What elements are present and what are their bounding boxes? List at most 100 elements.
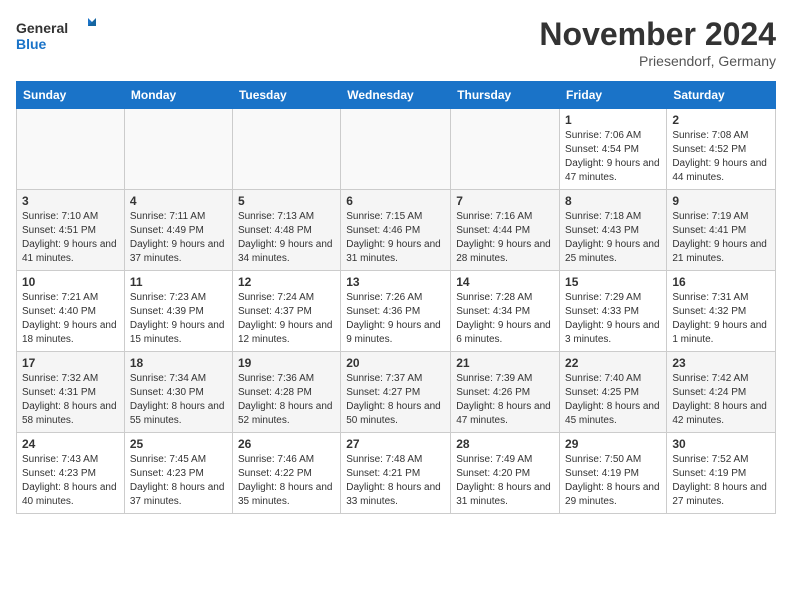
calendar-cell [17,109,125,190]
day-number: 5 [238,194,335,208]
day-info: Sunrise: 7:11 AM Sunset: 4:49 PM Dayligh… [130,210,227,266]
day-info: Sunrise: 7:08 AM Sunset: 4:52 PM Dayligh… [672,129,770,185]
day-info: Sunrise: 7:15 AM Sunset: 4:46 PM Dayligh… [346,210,445,266]
week-row-3: 10 Sunrise: 7:21 AM Sunset: 4:40 PM Dayli… [17,271,776,352]
day-info: Sunrise: 7:42 AM Sunset: 4:24 PM Dayligh… [672,372,770,428]
day-number: 7 [456,194,554,208]
week-row-2: 3Sunrise: 7:10 AM Sunset: 4:51 PM Daylig… [17,190,776,271]
day-number: 20 [346,356,445,370]
weekday-header-thursday: Thursday [451,82,560,109]
calendar-header: SundayMondayTuesdayWednesdayThursdayFrid… [17,82,776,109]
day-info: Sunrise: 7:31 AM Sunset: 4:32 PM Dayligh… [672,291,770,347]
day-number: 23 [672,356,770,370]
calendar-cell: 3Sunrise: 7:10 AM Sunset: 4:51 PM Daylig… [17,190,125,271]
day-info: Sunrise: 7:06 AM Sunset: 4:54 PM Dayligh… [565,129,661,185]
logo-svg: General Blue [16,16,96,56]
month-title: November 2024 [539,16,776,53]
calendar-cell: 30Sunrise: 7:52 AM Sunset: 4:19 PM Dayli… [667,433,776,514]
day-info: Sunrise: 7:21 AM Sunset: 4:40 PM Dayligh… [22,291,119,347]
week-row-4: 17Sunrise: 7:32 AM Sunset: 4:31 PM Dayli… [17,352,776,433]
svg-text:Blue: Blue [16,36,47,52]
location: Priesendorf, Germany [539,53,776,69]
day-info: Sunrise: 7:13 AM Sunset: 4:48 PM Dayligh… [238,210,335,266]
day-info: Sunrise: 7:29 AM Sunset: 4:33 PM Dayligh… [565,291,661,347]
day-number: 18 [130,356,227,370]
calendar-cell: 6 Sunrise: 7:15 AM Sunset: 4:46 PM Daylig… [341,190,451,271]
day-number: 9 [672,194,770,208]
day-number: 15 [565,275,661,289]
day-info: Sunrise: 7:39 AM Sunset: 4:26 PM Dayligh… [456,372,554,428]
day-number: 2 [672,113,770,127]
calendar-cell: 25 Sunrise: 7:45 AM Sunset: 4:23 PM Dayli… [124,433,232,514]
day-number: 25 [130,437,227,451]
calendar-cell: 14Sunrise: 7:28 AM Sunset: 4:34 PM Dayli… [451,271,560,352]
day-info: Sunrise: 7:26 AM Sunset: 4:36 PM Dayligh… [346,291,445,347]
calendar-cell [232,109,340,190]
calendar-cell: 9 Sunrise: 7:19 AM Sunset: 4:41 PM Daylig… [667,190,776,271]
calendar-cell: 28Sunrise: 7:49 AM Sunset: 4:20 PM Dayli… [451,433,560,514]
day-info: Sunrise: 7:40 AM Sunset: 4:25 PM Dayligh… [565,372,661,428]
calendar-cell: 18 Sunrise: 7:34 AM Sunset: 4:30 PM Dayli… [124,352,232,433]
calendar-cell: 10 Sunrise: 7:21 AM Sunset: 4:40 PM Dayli… [17,271,125,352]
day-number: 1 [565,113,661,127]
day-number: 13 [346,275,445,289]
calendar-cell: 20 Sunrise: 7:37 AM Sunset: 4:27 PM Dayli… [341,352,451,433]
calendar-cell [124,109,232,190]
title-block: November 2024 Priesendorf, Germany [539,16,776,69]
day-info: Sunrise: 7:16 AM Sunset: 4:44 PM Dayligh… [456,210,554,266]
weekday-header-monday: Monday [124,82,232,109]
calendar-cell: 19 Sunrise: 7:36 AM Sunset: 4:28 PM Dayli… [232,352,340,433]
week-row-1: 1 Sunrise: 7:06 AM Sunset: 4:54 PM Daylig… [17,109,776,190]
weekday-header-saturday: Saturday [667,82,776,109]
logo: General Blue [16,16,96,56]
calendar-cell: 17Sunrise: 7:32 AM Sunset: 4:31 PM Dayli… [17,352,125,433]
calendar-cell: 7 Sunrise: 7:16 AM Sunset: 4:44 PM Daylig… [451,190,560,271]
calendar-cell: 1 Sunrise: 7:06 AM Sunset: 4:54 PM Daylig… [560,109,667,190]
weekday-header-friday: Friday [560,82,667,109]
calendar-cell: 15 Sunrise: 7:29 AM Sunset: 4:33 PM Dayli… [560,271,667,352]
day-number: 6 [346,194,445,208]
day-info: Sunrise: 7:36 AM Sunset: 4:28 PM Dayligh… [238,372,335,428]
calendar-cell [341,109,451,190]
calendar-table: SundayMondayTuesdayWednesdayThursdayFrid… [16,81,776,514]
day-info: Sunrise: 7:32 AM Sunset: 4:31 PM Dayligh… [22,372,119,428]
weekday-header-wednesday: Wednesday [341,82,451,109]
day-number: 29 [565,437,661,451]
day-number: 11 [130,275,227,289]
calendar-cell: 12Sunrise: 7:24 AM Sunset: 4:37 PM Dayli… [232,271,340,352]
day-number: 19 [238,356,335,370]
calendar-cell: 27Sunrise: 7:48 AM Sunset: 4:21 PM Dayli… [341,433,451,514]
calendar-cell: 22 Sunrise: 7:40 AM Sunset: 4:25 PM Dayli… [560,352,667,433]
day-number: 3 [22,194,119,208]
day-number: 30 [672,437,770,451]
calendar-cell: 2 Sunrise: 7:08 AM Sunset: 4:52 PM Daylig… [667,109,776,190]
calendar-cell [451,109,560,190]
day-info: Sunrise: 7:19 AM Sunset: 4:41 PM Dayligh… [672,210,770,266]
calendar-cell: 26 Sunrise: 7:46 AM Sunset: 4:22 PM Dayli… [232,433,340,514]
day-info: Sunrise: 7:50 AM Sunset: 4:19 PM Dayligh… [565,453,661,509]
day-info: Sunrise: 7:46 AM Sunset: 4:22 PM Dayligh… [238,453,335,509]
weekday-header-sunday: Sunday [17,82,125,109]
calendar-cell: 8 Sunrise: 7:18 AM Sunset: 4:43 PM Daylig… [560,190,667,271]
day-info: Sunrise: 7:28 AM Sunset: 4:34 PM Dayligh… [456,291,554,347]
calendar-cell: 29 Sunrise: 7:50 AM Sunset: 4:19 PM Dayli… [560,433,667,514]
day-info: Sunrise: 7:37 AM Sunset: 4:27 PM Dayligh… [346,372,445,428]
day-number: 10 [22,275,119,289]
day-info: Sunrise: 7:18 AM Sunset: 4:43 PM Dayligh… [565,210,661,266]
calendar-cell: 23 Sunrise: 7:42 AM Sunset: 4:24 PM Dayli… [667,352,776,433]
svg-text:General: General [16,20,68,36]
day-number: 4 [130,194,227,208]
day-info: Sunrise: 7:48 AM Sunset: 4:21 PM Dayligh… [346,453,445,509]
day-number: 22 [565,356,661,370]
day-number: 21 [456,356,554,370]
day-info: Sunrise: 7:45 AM Sunset: 4:23 PM Dayligh… [130,453,227,509]
calendar-cell: 4 Sunrise: 7:11 AM Sunset: 4:49 PM Daylig… [124,190,232,271]
day-info: Sunrise: 7:24 AM Sunset: 4:37 PM Dayligh… [238,291,335,347]
calendar-cell: 11Sunrise: 7:23 AM Sunset: 4:39 PM Dayli… [124,271,232,352]
day-number: 8 [565,194,661,208]
calendar-cell: 21 Sunrise: 7:39 AM Sunset: 4:26 PM Dayli… [451,352,560,433]
day-number: 26 [238,437,335,451]
day-info: Sunrise: 7:34 AM Sunset: 4:30 PM Dayligh… [130,372,227,428]
weekday-header-tuesday: Tuesday [232,82,340,109]
calendar-cell: 13 Sunrise: 7:26 AM Sunset: 4:36 PM Dayli… [341,271,451,352]
